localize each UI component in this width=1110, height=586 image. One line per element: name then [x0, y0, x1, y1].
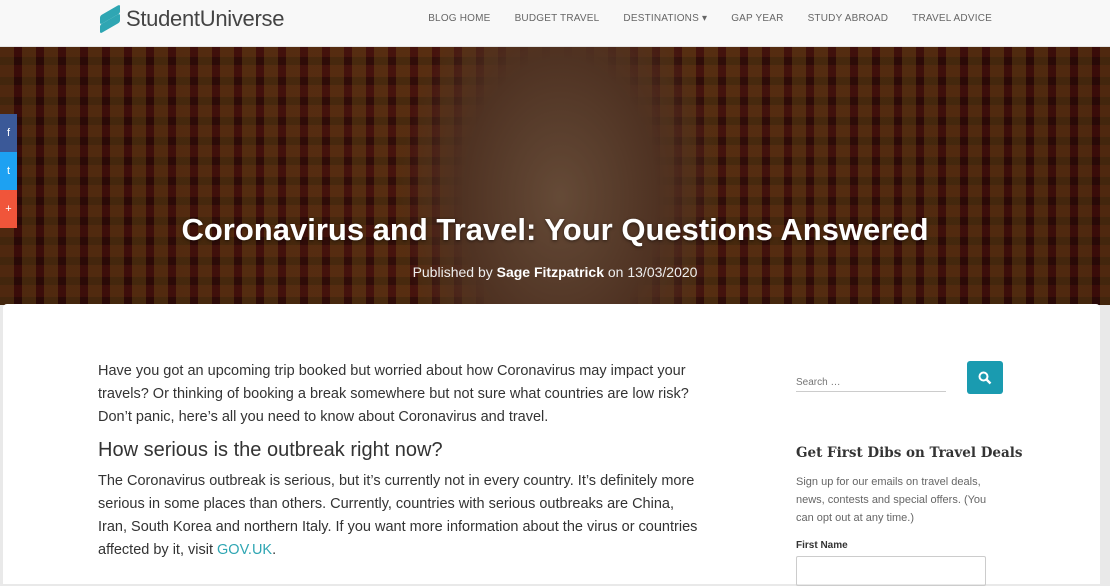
byline: Published by Sage Fitzpatrick on 13/03/2… — [0, 264, 1110, 280]
hero-image: Coronavirus and Travel: Your Questions A… — [0, 47, 1110, 305]
facebook-share-button[interactable]: f — [0, 114, 17, 152]
article-heading: How serious is the outbreak right now? — [98, 439, 443, 461]
nav-budget-travel[interactable]: BUDGET TRAVEL — [515, 13, 600, 24]
logo[interactable]: StudentUniverse — [98, 4, 285, 34]
nav-travel-advice[interactable]: TRAVEL ADVICE — [912, 13, 992, 24]
twitter-share-button[interactable]: t — [0, 152, 17, 190]
gov-uk-link[interactable]: GOV.UK — [217, 542, 272, 558]
site-header: StudentUniverse BLOG HOME BUDGET TRAVEL … — [0, 0, 1110, 47]
logo-icon — [98, 4, 122, 34]
facebook-icon: f — [6, 127, 11, 139]
byline-prefix: Published by — [412, 264, 493, 280]
search-button[interactable] — [967, 361, 1003, 394]
main-nav: BLOG HOME BUDGET TRAVEL DESTINATIONS ▾ G… — [428, 13, 992, 24]
nav-blog-home[interactable]: BLOG HOME — [428, 13, 490, 24]
paragraph-text: The Coronavirus outbreak is serious, but… — [98, 473, 698, 558]
nav-study-abroad[interactable]: STUDY ABROAD — [808, 13, 889, 24]
article-intro: Have you got an upcoming trip booked but… — [98, 363, 689, 425]
nav-destinations[interactable]: DESTINATIONS ▾ — [623, 13, 707, 24]
publish-date: on 13/03/2020 — [607, 264, 698, 280]
author-link[interactable]: Sage Fitzpatrick — [497, 264, 604, 280]
deals-title: Get First Dibs on Travel Deals — [796, 445, 1023, 461]
article-body: Have you got an upcoming trip booked but… — [98, 360, 698, 562]
first-name-label: First Name — [796, 540, 848, 551]
share-icon: + — [5, 203, 12, 215]
page-title: Coronavirus and Travel: Your Questions A… — [181, 212, 929, 247]
search-icon — [978, 371, 992, 384]
more-share-button[interactable]: + — [0, 190, 17, 228]
deals-text: Sign up for our emails on travel deals, … — [796, 476, 987, 524]
paragraph-end: . — [272, 542, 277, 558]
logo-text: StudentUniverse — [126, 6, 285, 31]
twitter-icon: t — [6, 165, 11, 177]
search-input[interactable] — [796, 374, 946, 392]
first-name-input[interactable] — [796, 556, 986, 586]
article-paragraph: The Coronavirus outbreak is serious, but… — [98, 470, 698, 562]
nav-gap-year[interactable]: GAP YEAR — [731, 13, 783, 24]
